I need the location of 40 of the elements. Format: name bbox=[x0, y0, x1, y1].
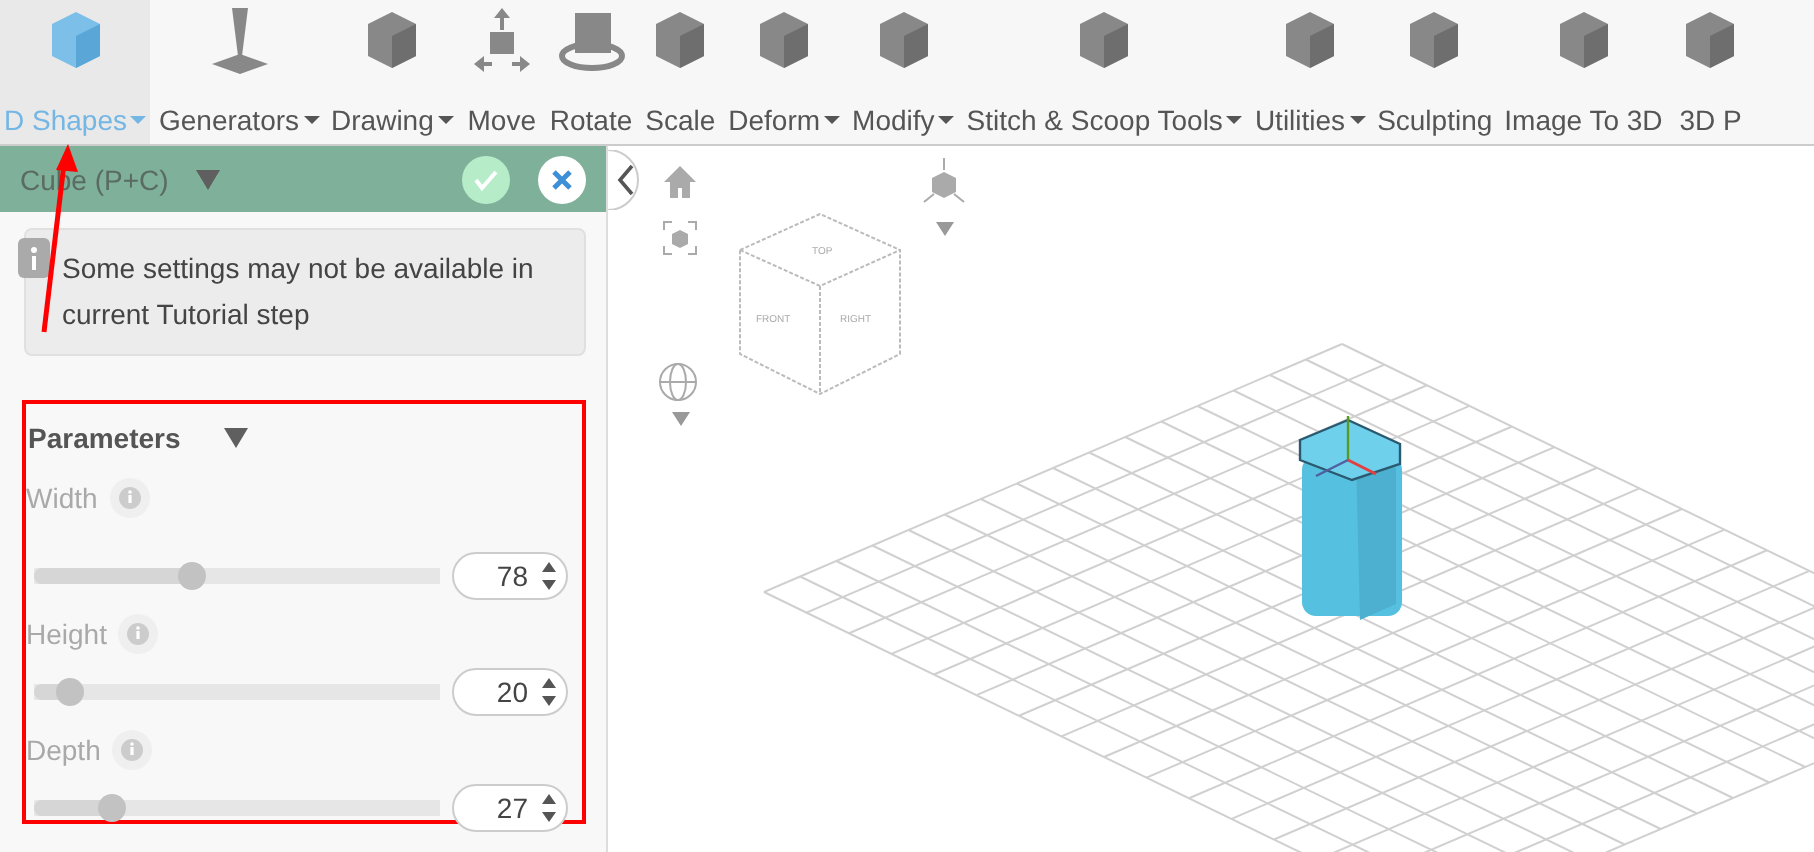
toolbar-tool[interactable]: Generators bbox=[154, 0, 324, 144]
spinner-icon[interactable] bbox=[540, 560, 558, 592]
toolbar-tool[interactable]: 3D P bbox=[1670, 0, 1751, 144]
slider-track[interactable] bbox=[34, 562, 440, 590]
toolbar-tool[interactable]: Rotate bbox=[545, 0, 637, 144]
spinner-icon[interactable] bbox=[540, 676, 558, 708]
globe-icon[interactable] bbox=[658, 362, 698, 402]
notice-text: Some settings may not be available in current Tutorial step bbox=[62, 252, 534, 330]
info-icon[interactable] bbox=[118, 614, 159, 654]
toolbar-tool[interactable]: Move bbox=[461, 0, 542, 144]
spinner-icon[interactable] bbox=[540, 792, 558, 824]
axis-view-icon[interactable] bbox=[922, 158, 966, 206]
parameter-label: Height bbox=[26, 618, 107, 650]
toolbar-tool[interactable]: Scale bbox=[640, 0, 721, 144]
toolbar-tool[interactable]: Modify bbox=[848, 0, 959, 144]
toolbar-tool[interactable]: Utilities bbox=[1250, 0, 1370, 144]
parameter-label: Depth bbox=[26, 734, 101, 766]
info-icon[interactable] bbox=[112, 730, 153, 770]
check-icon bbox=[472, 165, 500, 193]
slider-track[interactable] bbox=[34, 794, 440, 822]
slider-track[interactable] bbox=[34, 678, 440, 706]
section-title: Parameters bbox=[28, 422, 181, 454]
dropdown-triangle-icon[interactable] bbox=[196, 169, 221, 189]
info-icon bbox=[18, 238, 50, 278]
toolbar-tool[interactable]: Deform bbox=[724, 0, 845, 144]
close-button[interactable] bbox=[538, 155, 586, 203]
toolbar-tool[interactable]: Sculpting bbox=[1373, 0, 1497, 144]
dropdown-triangle-icon[interactable] bbox=[672, 412, 690, 426]
collapse-triangle-icon[interactable] bbox=[224, 428, 249, 448]
toolbar-tool[interactable]: Drawing bbox=[327, 0, 458, 144]
info-icon[interactable] bbox=[109, 478, 150, 518]
parameter-label: Width bbox=[26, 482, 98, 514]
confirm-button[interactable] bbox=[462, 155, 510, 203]
toolbar-tool[interactable]: Stitch & Scoop Tools bbox=[962, 0, 1247, 144]
home-icon[interactable] bbox=[662, 164, 698, 200]
fit-view-icon[interactable] bbox=[662, 220, 698, 256]
toolbar-tool[interactable]: Image To 3D bbox=[1500, 0, 1667, 144]
dropdown-triangle-icon[interactable] bbox=[936, 222, 954, 236]
cube-model-drawing[interactable] bbox=[1296, 416, 1408, 624]
close-icon bbox=[550, 167, 574, 191]
